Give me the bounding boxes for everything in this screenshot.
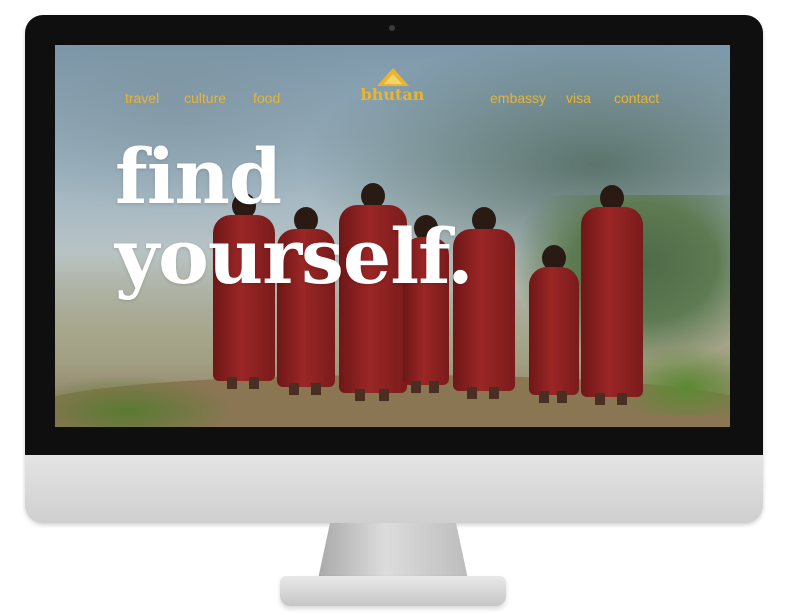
camera-icon xyxy=(389,25,395,31)
imac-monitor: travel culture food bhutan embassy visa … xyxy=(25,15,763,523)
monk-figure xyxy=(529,245,579,403)
headline-line-2: yourself. xyxy=(115,212,474,301)
grass-left xyxy=(55,375,235,427)
triangle-logo-icon xyxy=(376,68,409,86)
nav-visa-link[interactable]: visa xyxy=(566,90,591,106)
website-screen: travel culture food bhutan embassy visa … xyxy=(55,45,730,427)
monitor-chin xyxy=(25,455,763,523)
headline-line-1: find xyxy=(115,132,282,221)
monitor-stand-base xyxy=(280,576,506,606)
monitor-stand-neck xyxy=(318,523,468,579)
monitor-bezel: travel culture food bhutan embassy visa … xyxy=(25,15,763,455)
monk-figure xyxy=(581,185,643,405)
nav-embassy-link[interactable]: embassy xyxy=(490,90,546,106)
hero-headline: find yourself. xyxy=(115,132,474,301)
nav-contact-link[interactable]: contact xyxy=(614,90,659,106)
